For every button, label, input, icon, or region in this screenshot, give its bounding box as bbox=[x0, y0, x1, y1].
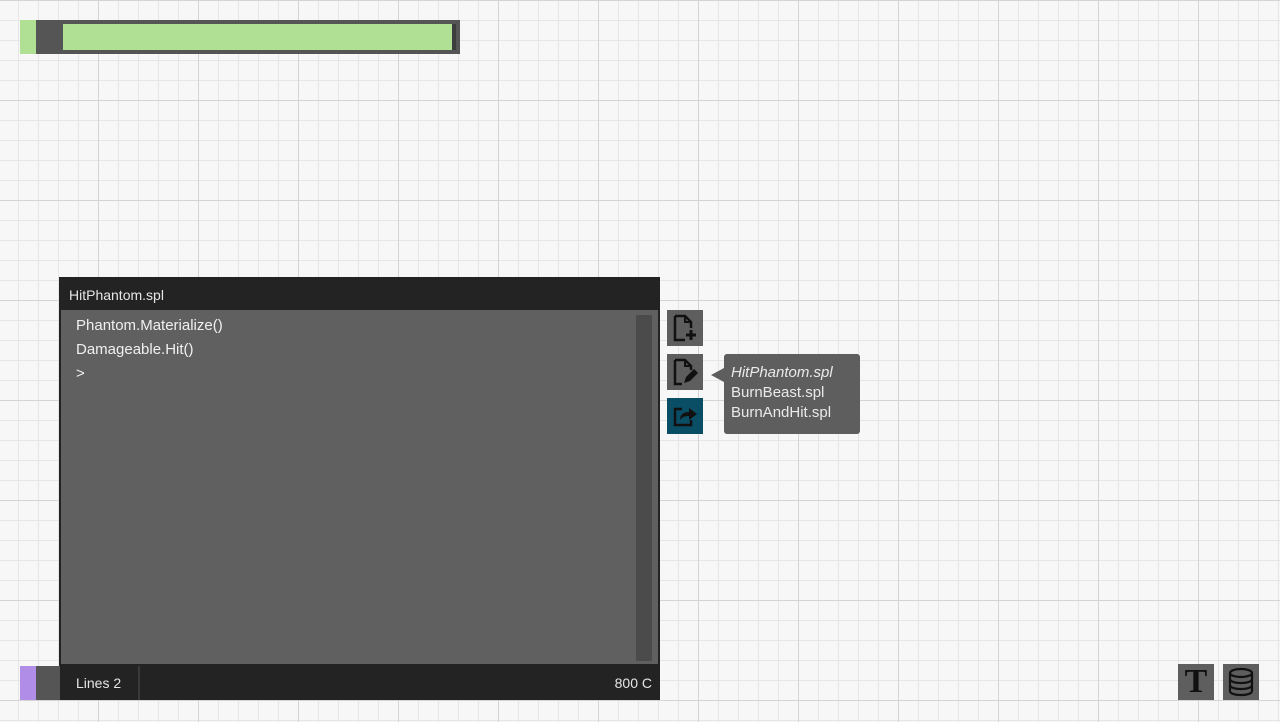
code-prompt-line[interactable]: > bbox=[76, 365, 85, 382]
status-divider bbox=[138, 666, 140, 700]
top-bar-track bbox=[63, 24, 456, 50]
top-bar-color-swatch bbox=[20, 20, 36, 54]
new-file-button[interactable] bbox=[667, 310, 703, 346]
line-count-label: Lines 2 bbox=[76, 675, 122, 691]
text-mode-icon: T bbox=[1184, 663, 1208, 700]
script-editor-window: HitPhantom.spl Phantom.Materialize() Dam… bbox=[59, 277, 660, 700]
editor-filename: HitPhantom.spl bbox=[69, 287, 164, 303]
text-mode-button[interactable]: T bbox=[1178, 664, 1214, 700]
code-line[interactable]: Damageable.Hit() bbox=[76, 341, 194, 358]
file-plus-icon bbox=[673, 314, 696, 342]
editor-status-bar: Lines 2 800 C bbox=[60, 666, 660, 700]
top-bar-fill bbox=[63, 24, 453, 50]
status-strip bbox=[36, 666, 60, 700]
popover-arrow bbox=[711, 368, 724, 382]
cost-label: 800 C bbox=[614, 675, 652, 691]
status-color-swatch bbox=[20, 666, 36, 700]
file-list-item[interactable]: BurnBeast.spl bbox=[731, 384, 824, 401]
code-area[interactable]: Phantom.Materialize() Damageable.Hit() > bbox=[61, 310, 658, 664]
file-list-item-current[interactable]: HitPhantom.spl bbox=[731, 364, 833, 381]
file-list-popover: HitPhantom.spl BurnBeast.spl BurnAndHit.… bbox=[724, 354, 860, 434]
editor-scrollbar[interactable] bbox=[636, 315, 652, 661]
file-edit-icon bbox=[673, 358, 698, 386]
code-line[interactable]: Phantom.Materialize() bbox=[76, 317, 223, 334]
edit-file-button[interactable] bbox=[667, 354, 703, 390]
top-progress-bar bbox=[20, 20, 460, 54]
database-button[interactable] bbox=[1223, 664, 1259, 700]
export-button[interactable] bbox=[667, 398, 703, 434]
file-list-item[interactable]: BurnAndHit.spl bbox=[731, 404, 831, 421]
database-icon bbox=[1228, 667, 1254, 697]
export-share-icon bbox=[673, 407, 697, 427]
